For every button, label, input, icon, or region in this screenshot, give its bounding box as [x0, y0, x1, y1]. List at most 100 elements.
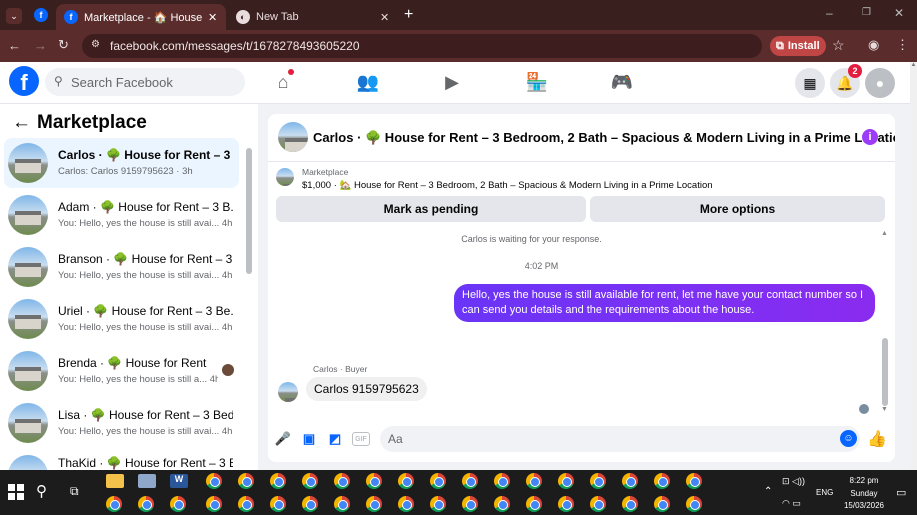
chrome-taskbar-icon[interactable]: [430, 473, 446, 489]
chrome-taskbar-icon[interactable]: [366, 496, 382, 512]
word-icon[interactable]: W: [170, 474, 188, 488]
photos-app-icon[interactable]: [138, 474, 156, 488]
chrome-taskbar-icon[interactable]: [654, 496, 670, 512]
back-arrow-icon[interactable]: ←: [12, 112, 31, 133]
chrome-taskbar-icon[interactable]: [334, 473, 350, 489]
like-thumb-icon[interactable]: 👍: [867, 430, 887, 448]
chat-item[interactable]: Lisa · 🌳 House for Rent – 3 Bed... You: …: [4, 398, 239, 448]
close-window-icon[interactable]: ✕: [894, 6, 904, 20]
chrome-taskbar-icon[interactable]: [398, 496, 414, 512]
new-tab-button[interactable]: +: [404, 6, 413, 24]
gif-icon[interactable]: GIF: [352, 432, 370, 446]
page-scroll-up-icon[interactable]: ▲: [910, 62, 917, 68]
chrome-taskbar-icon[interactable]: [654, 473, 670, 489]
start-icon[interactable]: [8, 484, 24, 500]
home-icon[interactable]: ⌂: [270, 69, 296, 94]
conversation-scrollbar[interactable]: [882, 338, 888, 406]
menu-grid-icon[interactable]: ▦: [795, 68, 825, 98]
conversation-title[interactable]: Carlos · 🌳 House for Rent – 3 Bedroom, 2…: [313, 130, 895, 146]
wifi-icon[interactable]: ◠ ▭: [782, 498, 801, 509]
info-icon[interactable]: i: [862, 129, 878, 145]
chrome-taskbar-icon[interactable]: [590, 496, 606, 512]
image-icon[interactable]: ▣: [300, 430, 318, 448]
install-button[interactable]: ⧉ Install: [770, 36, 826, 56]
browser-menu-icon[interactable]: ⋮: [896, 37, 909, 53]
clock-time[interactable]: 8:22 pm: [844, 476, 884, 485]
chat-item[interactable]: ThaKid · 🌳 House for Rent – 3 B...: [4, 450, 239, 470]
chrome-taskbar-icon[interactable]: [462, 496, 478, 512]
url-input[interactable]: ⚙ facebook.com/messages/t/16782784936052…: [82, 34, 762, 58]
chat-item[interactable]: Adam · 🌳 House for Rent – 3 B... You: He…: [4, 190, 239, 240]
message-input[interactable]: Aa ☺: [380, 426, 860, 452]
search-input[interactable]: ⚲ Search Facebook: [45, 68, 245, 96]
chrome-taskbar-icon[interactable]: [170, 496, 186, 512]
back-icon[interactable]: ←: [8, 38, 21, 53]
chat-list-scrollbar[interactable]: [246, 148, 252, 274]
profile-icon[interactable]: ◉: [868, 37, 879, 53]
chrome-taskbar-icon[interactable]: [334, 496, 350, 512]
avatar[interactable]: [278, 122, 308, 152]
chrome-taskbar-icon[interactable]: [238, 473, 254, 489]
minimize-icon[interactable]: –: [826, 6, 833, 20]
listing-summary[interactable]: Marketplace $1,000 · 🏡 House for Rent – …: [276, 166, 886, 196]
clock-day[interactable]: Sunday: [844, 489, 884, 498]
chrome-taskbar-icon[interactable]: [302, 473, 318, 489]
chrome-taskbar-icon[interactable]: [622, 496, 638, 512]
notification-center-icon[interactable]: ▭: [896, 486, 906, 499]
chrome-taskbar-icon[interactable]: [238, 496, 254, 512]
page-scrollbar[interactable]: ▲: [910, 62, 917, 470]
restore-icon[interactable]: ❐: [862, 7, 871, 18]
language-indicator[interactable]: ENG: [816, 488, 833, 497]
chrome-taskbar-icon[interactable]: [302, 496, 318, 512]
chrome-taskbar-icon[interactable]: [366, 473, 382, 489]
tray-overflow-icon[interactable]: ⌃: [764, 486, 772, 497]
facebook-pinned-tab-icon[interactable]: f: [34, 8, 48, 22]
mark-as-pending-button[interactable]: Mark as pending: [276, 196, 586, 222]
chrome-taskbar-icon[interactable]: [206, 496, 222, 512]
chat-item[interactable]: Brenda · 🌳 House for Rent – ... You: Hel…: [4, 346, 239, 396]
chrome-taskbar-icon[interactable]: [270, 473, 286, 489]
bookmark-star-icon[interactable]: ☆: [832, 37, 845, 54]
sticker-icon[interactable]: ◩: [326, 430, 344, 448]
clock-date[interactable]: 15/03/2026: [840, 501, 888, 510]
reload-icon[interactable]: ↻: [58, 37, 69, 53]
tab-marketplace[interactable]: f Marketplace - 🏠 House for Re ✕: [56, 4, 226, 30]
more-options-button[interactable]: More options: [590, 196, 885, 222]
chrome-taskbar-icon[interactable]: [686, 496, 702, 512]
tab-menu-button[interactable]: ⌄: [6, 8, 22, 24]
chat-item[interactable]: Branson · 🌳 House for Rent – 3 ... You: …: [4, 242, 239, 292]
close-tab-icon[interactable]: ✕: [380, 11, 389, 24]
emoji-icon[interactable]: ☺: [840, 430, 857, 447]
close-tab-icon[interactable]: ✕: [208, 11, 217, 24]
outgoing-message[interactable]: Hello, yes the house is still available …: [454, 284, 875, 322]
scroll-up-icon[interactable]: ▲: [881, 230, 888, 237]
facebook-logo-icon[interactable]: f: [9, 66, 39, 96]
video-icon[interactable]: ▶: [439, 70, 465, 94]
gaming-icon[interactable]: 🎮: [609, 70, 635, 94]
incoming-message[interactable]: Carlos 9159795623: [306, 377, 427, 401]
chrome-taskbar-icon[interactable]: [526, 496, 542, 512]
chrome-taskbar-icon[interactable]: [270, 496, 286, 512]
chrome-taskbar-icon[interactable]: [526, 473, 542, 489]
chrome-taskbar-icon[interactable]: [622, 473, 638, 489]
chrome-taskbar-icon[interactable]: [430, 496, 446, 512]
marketplace-icon[interactable]: 🏪: [524, 70, 550, 94]
chrome-taskbar-icon[interactable]: [494, 496, 510, 512]
friends-icon[interactable]: 👥: [355, 70, 381, 94]
network-icon[interactable]: ⊡ ◁)): [782, 476, 805, 487]
account-avatar[interactable]: ●: [865, 68, 895, 98]
chrome-taskbar-icon[interactable]: [206, 473, 222, 489]
file-explorer-icon[interactable]: [106, 474, 124, 488]
chrome-taskbar-icon[interactable]: [106, 496, 122, 512]
chrome-taskbar-icon[interactable]: [558, 496, 574, 512]
chrome-taskbar-icon[interactable]: [494, 473, 510, 489]
microphone-icon[interactable]: 🎤: [274, 430, 292, 448]
scroll-down-icon[interactable]: ▼: [881, 406, 888, 413]
chat-item[interactable]: Uriel · 🌳 House for Rent – 3 Be... You: …: [4, 294, 239, 344]
task-view-icon[interactable]: ⧉: [70, 484, 79, 499]
taskbar-search-icon[interactable]: ⚲: [36, 482, 47, 500]
chrome-taskbar-icon[interactable]: [462, 473, 478, 489]
chrome-taskbar-icon[interactable]: [398, 473, 414, 489]
forward-icon[interactable]: →: [34, 38, 47, 53]
chrome-taskbar-icon[interactable]: [590, 473, 606, 489]
